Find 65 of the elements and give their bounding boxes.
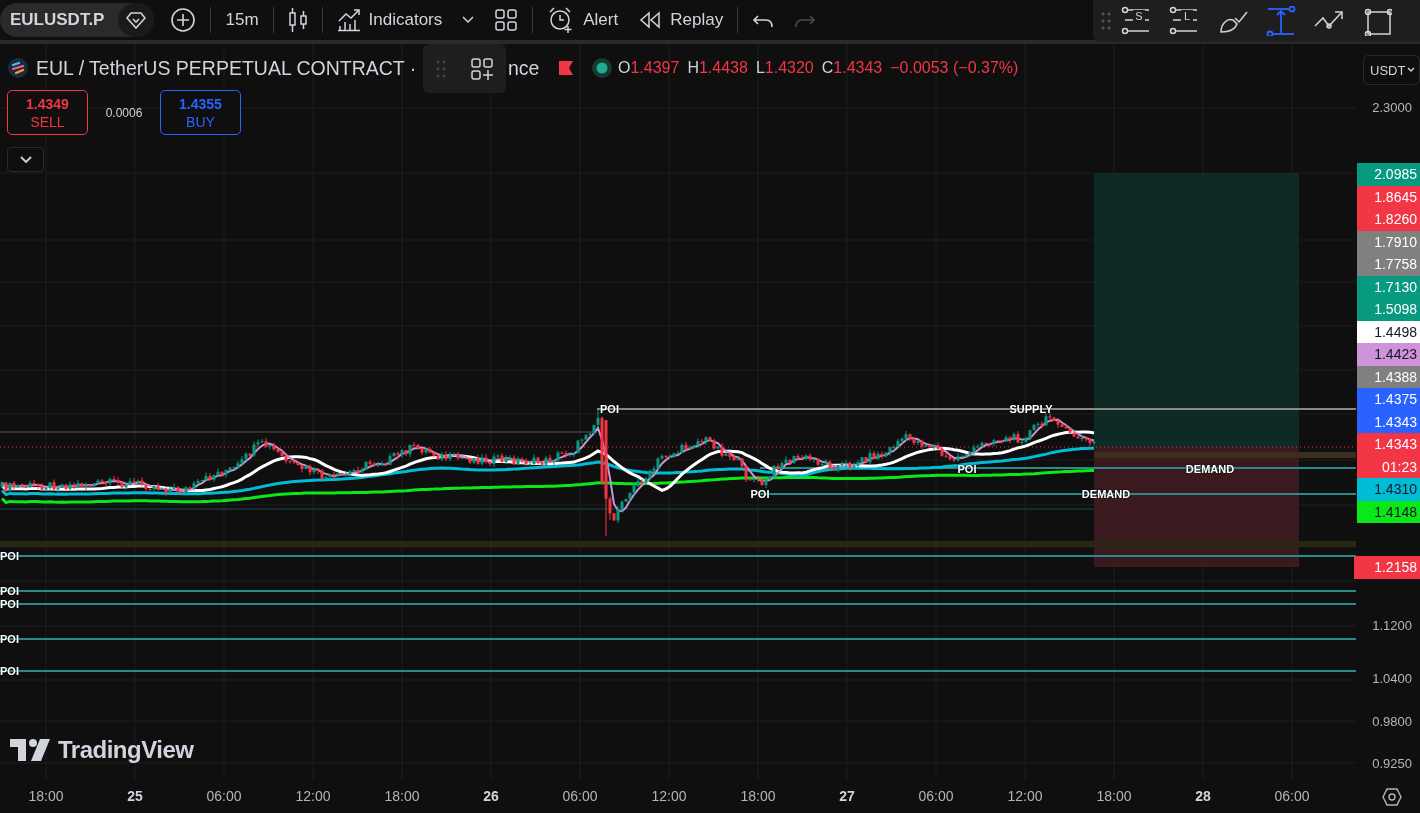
indicators-button[interactable]: Indicators [326, 3, 453, 37]
spread-value: 0.0006 [104, 105, 144, 120]
price-tag: 1.7130 [1357, 275, 1420, 298]
time-label: 26 [482, 787, 500, 806]
price-tag: 1.4310 [1357, 478, 1420, 501]
price-tag: 1.4375 [1357, 388, 1420, 411]
price-tick: 0.9800 [1372, 714, 1412, 731]
ohlc-value: H1.4438 [687, 59, 748, 77]
currency-dropdown[interactable]: USDT [1363, 55, 1420, 85]
price-tick: 0.9250 [1372, 755, 1412, 772]
chart-label: SUPPLY [1009, 403, 1053, 415]
price-tag: 1.4423 [1357, 343, 1420, 366]
chart-label: DEMAND [1081, 488, 1131, 500]
chart-label: POI [0, 550, 19, 562]
price-tag: 1.4343 01:23 [1357, 433, 1420, 478]
sell-button[interactable]: 1.4349 SELL [7, 90, 88, 135]
time-label: 06:00 [561, 787, 599, 806]
time-label: 18:00 [739, 787, 777, 806]
price-tick: 1.1200 [1372, 618, 1412, 635]
short-tool[interactable]: S [1115, 3, 1159, 39]
replay-button[interactable]: Replay [628, 3, 734, 37]
interval-button[interactable]: 15m [215, 3, 269, 37]
time-label: 06:00 [1273, 787, 1311, 806]
price-tag: 1.7910 [1357, 230, 1420, 253]
chart-label: DEMAND [1185, 463, 1235, 475]
price-tag: 1.7758 [1357, 253, 1420, 276]
price-tick: 2.3000 [1372, 100, 1412, 116]
time-label: 25 [126, 787, 144, 806]
chart-label: POI [0, 585, 19, 597]
price-tag: 1.5098 [1357, 298, 1420, 321]
alert-button[interactable]: Alert [537, 3, 629, 37]
chart-label: POI [600, 403, 619, 415]
symbol-title: nce [508, 56, 541, 80]
price-tag: 2.0985 [1357, 163, 1420, 186]
symbol-title: EUL / TetherUS PERPETUAL CONTRACT · [36, 56, 418, 80]
chart-label: POI [750, 488, 770, 500]
logo-text: TradingView [58, 736, 194, 764]
price-tag: 1.4148 [1357, 500, 1420, 523]
price-tag: 1.8260 [1357, 208, 1420, 231]
chart-label: POI [0, 598, 19, 610]
price-tick: 1.0400 [1372, 671, 1412, 688]
time-label: 12:00 [294, 787, 332, 806]
price-tag: 1.2158 [1354, 556, 1420, 579]
time-label: 27 [838, 787, 856, 806]
price-tag: 1.4388 [1357, 365, 1420, 388]
price-change: −0.0053 (−0.37%) [890, 59, 1019, 77]
long-tool[interactable]: L [1163, 3, 1207, 39]
ohlc-value: O1.4397 [618, 59, 680, 77]
time-label: 18:00 [27, 787, 65, 806]
price-tag: 1.8645 [1357, 185, 1420, 208]
price-tag: 1.4498 [1357, 320, 1420, 343]
time-label: 06:00 [917, 787, 955, 806]
buy-button[interactable]: 1.4355 BUY [160, 90, 241, 135]
chart-label: POI [957, 463, 977, 475]
time-label: 28 [1194, 787, 1212, 806]
time-label: 12:00 [1006, 787, 1044, 806]
time-label: 12:00 [650, 787, 688, 806]
ohlc-value: C1.4343 [821, 59, 883, 77]
ohlc-value: L1.4320 [755, 59, 814, 77]
time-label: 18:00 [1095, 787, 1133, 806]
price-tag: 1.4343 [1357, 410, 1420, 433]
time-label: 06:00 [205, 787, 243, 806]
chart-label: POI [0, 665, 19, 677]
time-label: 18:00 [383, 787, 421, 806]
chart-label: POI [0, 633, 19, 645]
